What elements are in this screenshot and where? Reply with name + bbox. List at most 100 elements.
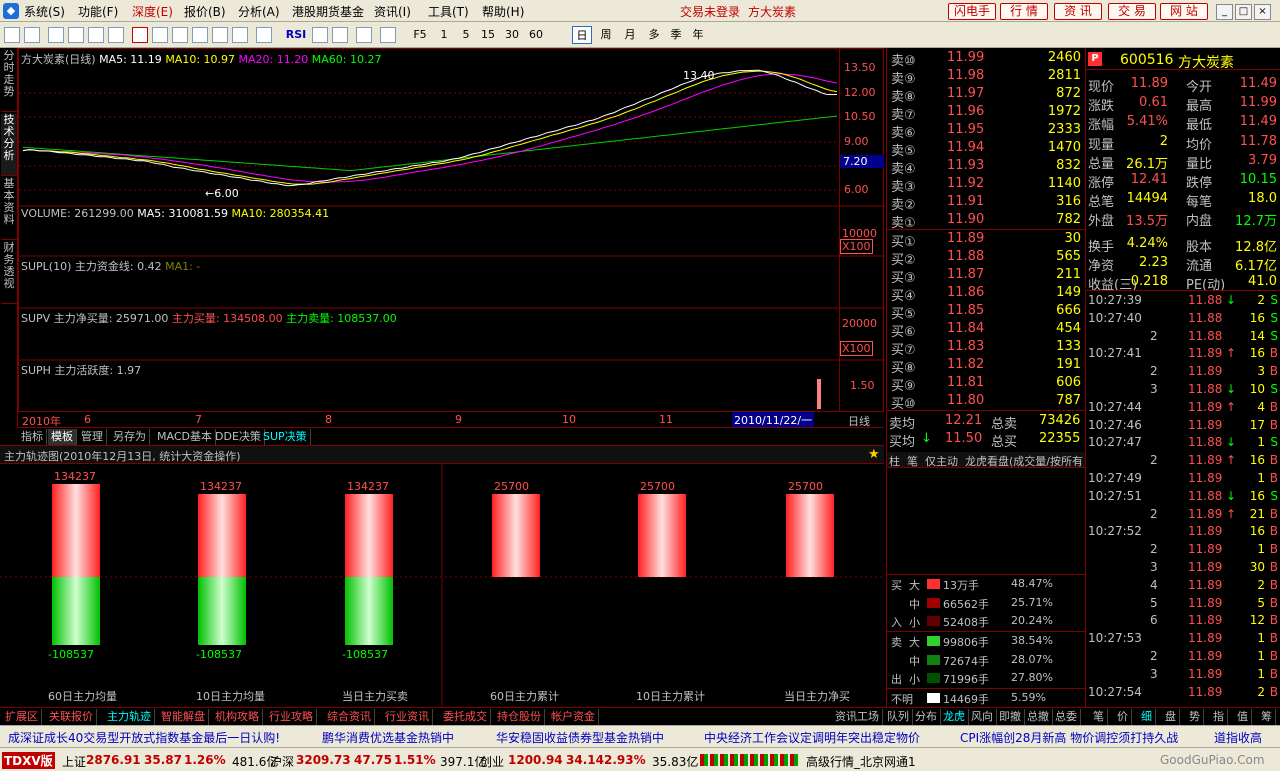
tab-macd[interactable]: MACD基本 bbox=[154, 429, 216, 445]
ask-row[interactable]: 卖⑤ 11.94 1470 bbox=[889, 140, 1083, 159]
login-status[interactable]: 交易未登录 bbox=[680, 3, 740, 20]
status-tab[interactable]: 行业攻略 bbox=[266, 709, 317, 725]
period-button[interactable]: 年 bbox=[688, 26, 708, 44]
status-right-tab[interactable]: 即撤 bbox=[996, 709, 1025, 725]
status-tab[interactable]: 帐户资金 bbox=[548, 709, 599, 725]
status-right-tab[interactable]: 龙虎 bbox=[940, 709, 969, 725]
tab-finance[interactable]: 财务透视 bbox=[1, 242, 17, 304]
tab-sup[interactable]: SUP决策 bbox=[260, 429, 311, 445]
table-icon[interactable] bbox=[68, 27, 84, 43]
status-tab[interactable]: 行业资讯 bbox=[382, 709, 433, 725]
ask-row[interactable]: 卖⑧ 11.97 872 bbox=[889, 86, 1083, 105]
index-icon[interactable] bbox=[192, 27, 208, 43]
top-button[interactable]: 闪电手 bbox=[948, 3, 996, 20]
ask-row[interactable]: 卖⑨ 11.98 2811 bbox=[889, 68, 1083, 87]
ask-row[interactable]: 卖⑦ 11.96 1972 bbox=[889, 104, 1083, 123]
top-button[interactable]: 交 易 bbox=[1108, 3, 1156, 20]
status-right-tab[interactable]: 总委 bbox=[1052, 709, 1081, 725]
ask-row[interactable]: 卖② 11.91 316 bbox=[889, 194, 1083, 213]
bid-row[interactable]: 买④ 11.86 149 bbox=[889, 285, 1083, 304]
close-icon[interactable]: × bbox=[1254, 4, 1271, 20]
bar-chart-icon[interactable] bbox=[256, 27, 272, 43]
status-tab[interactable]: 机构攻略 bbox=[212, 709, 263, 725]
status-tab[interactable]: 主力轨迹 bbox=[104, 709, 155, 725]
maximize-icon[interactable]: □ bbox=[1235, 4, 1252, 20]
folder-icon[interactable] bbox=[172, 27, 188, 43]
news-item[interactable]: 道指收高 bbox=[1214, 729, 1262, 746]
tab-profile[interactable]: 基本资料 bbox=[1, 178, 17, 240]
status-tab[interactable]: 关联报价 bbox=[46, 709, 97, 725]
menu-item[interactable]: 系统(S) bbox=[24, 3, 65, 20]
bid-row[interactable]: 买① 11.89 30 bbox=[889, 231, 1083, 250]
news-item[interactable]: 鹏华消费优选基金热销中 bbox=[322, 729, 454, 746]
status-tab[interactable]: 扩展区 bbox=[2, 709, 42, 725]
arrows-icon[interactable] bbox=[332, 27, 348, 43]
bid-row[interactable]: 买⑨ 11.81 606 bbox=[889, 375, 1083, 394]
status-tab[interactable]: 持仓股份 bbox=[494, 709, 545, 725]
trade-tab[interactable]: 笔 bbox=[1090, 709, 1108, 725]
ask-row[interactable]: 卖③ 11.92 1140 bbox=[889, 176, 1083, 195]
period-button[interactable]: 多 bbox=[644, 26, 664, 44]
status-right-tab[interactable]: 总撤 bbox=[1024, 709, 1053, 725]
period-button[interactable]: F5 bbox=[410, 26, 430, 44]
tab-dde[interactable]: DDE决策 bbox=[212, 429, 265, 445]
fund-icon[interactable] bbox=[212, 27, 228, 43]
tab-template[interactable]: 模板 bbox=[48, 429, 77, 445]
rsi-button[interactable]: RSI bbox=[284, 26, 308, 44]
trade-tab[interactable]: 势 bbox=[1186, 709, 1204, 725]
menu-item[interactable]: 深度(E) bbox=[132, 3, 173, 20]
menu-item[interactable]: 工具(T) bbox=[428, 3, 469, 20]
trade-tab[interactable]: 指 bbox=[1210, 709, 1228, 725]
chart-icon[interactable] bbox=[132, 27, 148, 43]
menu-item[interactable]: 分析(A) bbox=[238, 3, 280, 20]
news-item[interactable]: CPI涨幅创28月新高 物价调控须打持久战 bbox=[960, 729, 1178, 746]
trade-tab[interactable]: 筹 bbox=[1258, 709, 1276, 725]
status-right-tab[interactable]: 队列 bbox=[884, 709, 913, 725]
status-right-tab[interactable]: 资讯工场 bbox=[832, 709, 883, 725]
menu-item[interactable]: 帮助(H) bbox=[482, 3, 524, 20]
period-button[interactable]: 30 bbox=[502, 26, 522, 44]
period-button[interactable]: 15 bbox=[478, 26, 498, 44]
search-icon[interactable] bbox=[232, 27, 248, 43]
bid-row[interactable]: 买② 11.88 565 bbox=[889, 249, 1083, 268]
forward-icon[interactable] bbox=[24, 27, 40, 43]
ask-row[interactable]: 卖④ 11.93 832 bbox=[889, 158, 1083, 177]
period-button[interactable]: 5 bbox=[456, 26, 476, 44]
bid-row[interactable]: 买③ 11.87 211 bbox=[889, 267, 1083, 286]
star-icon[interactable]: ★ bbox=[868, 447, 880, 462]
ask-row[interactable]: 卖① 11.90 782 bbox=[889, 212, 1083, 231]
tab-manage[interactable]: 管理 bbox=[78, 429, 107, 445]
tab-intraday[interactable]: 分时走势 bbox=[1, 50, 17, 112]
news-item[interactable]: 华安稳固收益债券型基金热销中 bbox=[496, 729, 664, 746]
trade-tab[interactable]: 价 bbox=[1114, 709, 1132, 725]
back-icon[interactable] bbox=[4, 27, 20, 43]
news-item[interactable]: 成深证成长40交易型开放式指数基金最后一日认购! bbox=[8, 729, 280, 746]
tab-indicator[interactable]: 指标 bbox=[18, 429, 47, 445]
kline-chart[interactable]: 方大炭素(日线) MA5: 11.19 MA10: 10.97 MA20: 11… bbox=[18, 48, 885, 428]
menu-item[interactable]: 资讯(I) bbox=[374, 3, 411, 20]
dist-tab[interactable]: 笔 bbox=[907, 453, 918, 469]
bid-row[interactable]: 买⑥ 11.84 454 bbox=[889, 321, 1083, 340]
bid-row[interactable]: 买⑤ 11.85 666 bbox=[889, 303, 1083, 322]
menu-item[interactable]: 港股期货基金 bbox=[292, 3, 364, 20]
trade-tab[interactable]: 盘 bbox=[1162, 709, 1180, 725]
report-icon[interactable] bbox=[108, 27, 124, 43]
dist-tab[interactable]: 龙虎看盘(成交量/按所有 bbox=[965, 453, 1083, 469]
period-button[interactable]: 月 bbox=[620, 26, 640, 44]
period-button[interactable]: 60 bbox=[526, 26, 546, 44]
grid-icon[interactable] bbox=[48, 27, 64, 43]
bid-row[interactable]: 买⑧ 11.82 191 bbox=[889, 357, 1083, 376]
status-right-tab[interactable]: 风向 bbox=[968, 709, 997, 725]
tab-technical[interactable]: 技术分析 bbox=[1, 114, 17, 176]
bid-row[interactable]: 买⑩ 11.80 787 bbox=[889, 393, 1083, 412]
period-button[interactable]: 日 bbox=[572, 26, 592, 44]
period-button[interactable]: 1 bbox=[434, 26, 454, 44]
line-chart-icon[interactable] bbox=[152, 27, 168, 43]
menu-item[interactable]: 报价(B) bbox=[184, 3, 226, 20]
ask-row[interactable]: 卖⑩ 11.99 2460 bbox=[889, 50, 1083, 69]
bid-row[interactable]: 买⑦ 11.83 133 bbox=[889, 339, 1083, 358]
top-button[interactable]: 资 讯 bbox=[1054, 3, 1102, 20]
top-button[interactable]: 网 站 bbox=[1160, 3, 1208, 20]
status-tab[interactable]: 委托成交 bbox=[440, 709, 491, 725]
trade-tab[interactable]: 值 bbox=[1234, 709, 1252, 725]
